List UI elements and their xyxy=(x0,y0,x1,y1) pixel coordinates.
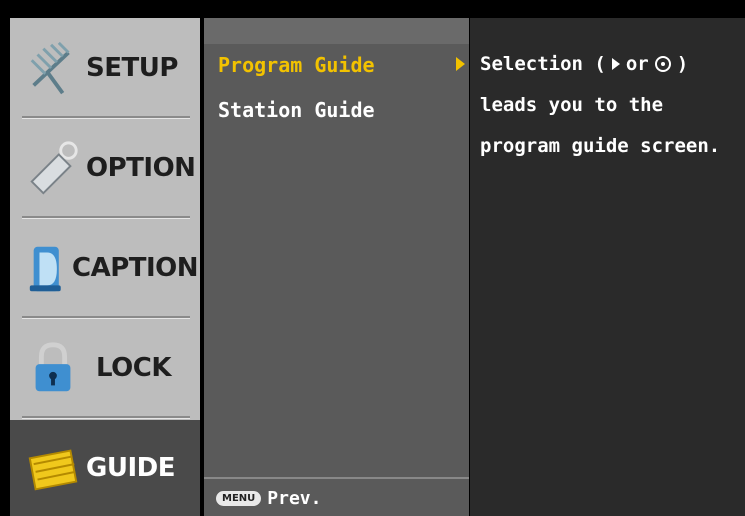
menu-button-icon: MENU xyxy=(216,491,262,506)
menu-divider xyxy=(22,316,190,319)
antenna-icon xyxy=(30,41,70,95)
description-line-1: Selection ( or ) xyxy=(480,53,688,75)
menu-item-setup[interactable]: SETUP xyxy=(10,20,200,116)
submenu-item-program-guide[interactable]: Program Guide xyxy=(218,53,375,77)
submenu-header-bar xyxy=(204,18,469,44)
description-text: ) xyxy=(676,53,689,75)
description-line-2: leads you to the xyxy=(480,94,664,116)
prev-hint[interactable]: MENU Prev. xyxy=(216,488,321,509)
menu-label-guide: GUIDE xyxy=(86,453,175,483)
submenu-panel: Program Guide Station Guide MENU Prev. xyxy=(204,18,469,516)
menu-item-lock[interactable]: LOCK xyxy=(10,320,200,416)
description-text: Selection ( xyxy=(480,53,606,75)
description-text: or xyxy=(625,53,649,75)
menu-label-lock: LOCK xyxy=(96,353,171,383)
padlock-icon xyxy=(35,342,71,392)
prev-label: Prev. xyxy=(267,488,322,509)
submenu-footer-divider xyxy=(204,477,469,479)
main-menu: SETUP OPTION CAPTION LOCK GUIDE xyxy=(10,18,200,516)
description-panel: Selection ( or ) leads you to the progra… xyxy=(470,18,745,516)
description-line-3: program guide screen. xyxy=(480,135,721,157)
menu-label-setup: SETUP xyxy=(86,53,178,83)
menu-divider xyxy=(22,116,190,119)
submenu-arrow-icon xyxy=(456,57,465,71)
menu-item-guide[interactable]: GUIDE xyxy=(10,420,200,516)
menu-divider xyxy=(22,416,190,419)
guide-book-icon xyxy=(28,449,78,491)
tv-menu-screen: SETUP OPTION CAPTION LOCK GUIDE Program … xyxy=(0,0,745,516)
ok-button-icon xyxy=(654,56,671,72)
tag-icon xyxy=(30,141,78,195)
menu-item-caption[interactable]: CAPTION xyxy=(10,220,200,316)
menu-label-caption: CAPTION xyxy=(72,253,199,283)
submenu-item-station-guide[interactable]: Station Guide xyxy=(218,98,375,122)
menu-label-option: OPTION xyxy=(86,153,196,183)
menu-divider xyxy=(22,216,190,219)
menu-item-option[interactable]: OPTION xyxy=(10,120,200,216)
right-arrow-icon xyxy=(611,58,620,70)
